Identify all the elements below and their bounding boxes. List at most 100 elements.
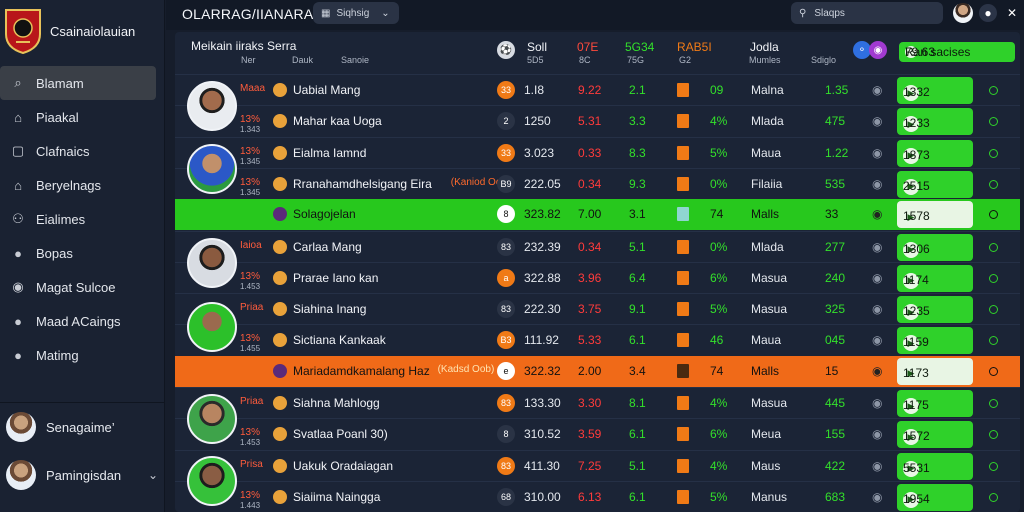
info-icon[interactable]: ◉ <box>872 364 882 378</box>
team-name: Filaiia <box>751 176 783 191</box>
col-header[interactable]: 07E <box>577 40 598 54</box>
table-row[interactable]: 13% 1.343 Mahar kaa Uoga 2 1250 5.31 3.3 4% Mlad… <box>175 105 1020 136</box>
score-button[interactable]: ▶ 1235 <box>897 296 973 324</box>
info-icon[interactable]: ◉ <box>872 207 882 221</box>
notification-icon[interactable]: ● <box>979 4 997 22</box>
sidebar-item-9[interactable]: ● Matimg <box>0 338 164 372</box>
sidebar-item-4[interactable]: ⌂ Beryelnags <box>0 168 164 202</box>
stat-pct: 5% <box>710 302 728 317</box>
player-name[interactable]: Sictiana Kankaak <box>293 333 386 347</box>
brand[interactable]: Csainaiolauian <box>0 0 164 62</box>
status-dot-icon[interactable] <box>989 242 998 252</box>
search-input[interactable]: ⚲ Slaqps <box>791 2 943 24</box>
info-icon[interactable]: ◉ <box>872 302 882 316</box>
info-icon[interactable]: ◉ <box>872 459 882 473</box>
player-name[interactable]: Uakuk Oradaiagan <box>293 459 393 473</box>
table-row[interactable]: Iaioa Carlaa Mang 83 232.39 0.34 5.1 0% Mlada 27… <box>175 230 1020 262</box>
score-button[interactable]: ▶ 5531 <box>897 452 973 480</box>
chevron-down-icon[interactable]: ⌄ <box>148 468 158 482</box>
stat-num: 1.35 <box>825 83 849 97</box>
sidebar-item-6[interactable]: ● Bopas <box>0 236 164 270</box>
info-icon[interactable]: ◉ <box>872 271 882 285</box>
table-row[interactable]: 13% 1.455 Sictiana Kankaak B3 111.92 5.33 6.1 4… <box>175 324 1020 355</box>
status-dot-icon[interactable] <box>989 86 998 95</box>
score-button[interactable]: ▶ 1306 <box>897 233 973 261</box>
score-button[interactable]: ▶ 1159 <box>897 327 973 355</box>
status-dot-icon[interactable] <box>989 117 998 127</box>
table-row[interactable]: Priaa Siahna Mahlogg 83 133.30 3.30 8.1 4% Masu… <box>175 387 1020 418</box>
ai-analysis-button[interactable]: Ran sacises 79.63 <box>899 42 1015 62</box>
status-dot-icon[interactable] <box>989 366 998 376</box>
table-row[interactable]: Solagojelan 8 323.82 7.00 3.1 74 Malls 33 ◉ ▶ 1578 <box>175 199 1020 231</box>
info-icon[interactable]: ◉ <box>872 396 882 410</box>
status-dot-icon[interactable] <box>989 273 998 283</box>
player-name[interactable]: Rranahamdhelsigang Eira <box>293 177 432 191</box>
score-button[interactable]: ▶ 1174 <box>897 264 973 292</box>
table-row[interactable]: Maaa Uabial Mang 33 1.I8 9.22 2.1 09 Malna 1.35 ◉… <box>175 74 1020 105</box>
filter-dropdown[interactable]: ▦ Siqhsig ⌄ <box>313 2 399 24</box>
info-icon[interactable]: ◉ <box>872 490 882 504</box>
player-name[interactable]: Mariadamdkamalang Haz <box>293 364 430 378</box>
player-name[interactable]: Carlaa Mang <box>293 240 362 254</box>
player-name[interactable]: Svatlaa Poanl 30) <box>293 427 388 441</box>
table-row[interactable]: 13% 1.345 Rranahamdhelsigang Eira (Kaniod O… <box>175 167 1020 199</box>
sidebar-item-2[interactable]: ⌂ Piaakal <box>0 100 164 134</box>
table-row[interactable]: 13% 1.453 Prarae Iano kan a 322.88 3.96 6.4 6% M… <box>175 261 1020 293</box>
table-row[interactable]: Priaa Siahina Inang 83 222.30 3.75 9.1 5% Masua… <box>175 293 1020 324</box>
info-icon[interactable]: ◉ <box>872 427 882 441</box>
sidebar-item-5[interactable]: ⚇ Eialimes <box>0 202 164 236</box>
table-row[interactable]: 13% 1.453 Svatlaa Poanl 30) 8 310.52 3.59 6.1 6… <box>175 418 1020 449</box>
status-dot-icon[interactable] <box>989 148 998 158</box>
status-dot-icon[interactable] <box>989 305 998 315</box>
score-button[interactable]: ▶ 1572 <box>897 421 973 449</box>
close-icon[interactable]: ✕ <box>1003 4 1021 22</box>
search-icon: ⌕ <box>14 75 22 90</box>
table-row[interactable]: Mariadamdkamalang Haz (Kadsd Oob) e 322.32 2… <box>175 355 1020 387</box>
status-dot-icon[interactable] <box>989 210 998 220</box>
score-button[interactable]: ▶ 1173 <box>897 357 973 385</box>
score-button[interactable]: ▶ 1873 <box>897 139 973 167</box>
sidebar-item-8[interactable]: ● Maad ACaings <box>0 304 164 338</box>
user-row-2[interactable]: Pamingisdan ⌄ <box>6 460 158 490</box>
score-button[interactable]: ▶ 1954 <box>897 483 973 511</box>
sidebar-item-7[interactable]: ◉ Magat Sulcoe <box>0 270 164 304</box>
score-button[interactable]: ▶ 1578 <box>897 201 973 229</box>
player-name[interactable]: Mahar kaa Uoga <box>293 114 382 128</box>
score-button[interactable]: ▶ 1175 <box>897 390 973 417</box>
info-icon[interactable]: ◉ <box>872 177 882 191</box>
table-row[interactable]: Prisa Uakuk Oradaiagan 83 411.30 7.25 5.1 4% Ma… <box>175 449 1020 481</box>
avatar[interactable] <box>953 3 973 23</box>
table-row[interactable]: 13% 1.345 Eialma Iamnd 33 3.023 0.33 8.3 5% Maua… <box>175 136 1020 168</box>
info-icon[interactable]: ◉ <box>872 333 882 347</box>
score-button[interactable]: ▶ 1332 <box>897 77 973 104</box>
sidebar-item-3[interactable]: ▢ Clafnaics <box>0 134 164 168</box>
status-dot-icon[interactable] <box>989 399 998 408</box>
player-name[interactable]: Prarae Iano kan <box>293 271 378 285</box>
player-name[interactable]: Solagojelan <box>293 207 356 221</box>
status-dot-icon[interactable] <box>989 461 998 471</box>
col-header[interactable]: Soll <box>527 40 547 54</box>
info-icon[interactable]: ◉ <box>872 114 882 128</box>
status-dot-icon[interactable] <box>989 179 998 189</box>
score-button[interactable]: ▶ 1233 <box>897 108 973 136</box>
player-name[interactable]: Siahna Mahlogg <box>293 396 380 410</box>
player-name[interactable]: Uabial Mang <box>293 83 360 97</box>
player-name[interactable]: Eialma Iamnd <box>293 146 366 160</box>
status-dot-icon[interactable] <box>989 492 998 502</box>
sidebar-item-1[interactable]: ⌕ Blamam <box>0 66 156 100</box>
status-dot-icon[interactable] <box>989 336 998 346</box>
status-dot-icon[interactable] <box>989 430 998 440</box>
info-icon[interactable]: ◉ <box>872 240 882 254</box>
score-button[interactable]: ▶ 2515 <box>897 170 973 198</box>
player-photo <box>187 144 237 194</box>
player-name[interactable]: Siaiima Naingga <box>293 490 380 504</box>
col-header[interactable]: 5G34 <box>625 40 654 54</box>
info-icon[interactable]: ◉ <box>872 83 882 97</box>
col-header[interactable]: Jodla <box>750 40 779 54</box>
table-row[interactable]: 13% 1.443 Siaiima Naingga 68 310.00 6.13 6.1 5%… <box>175 480 1020 512</box>
user-row-1[interactable]: Senagaime’ <box>6 412 158 442</box>
player-name[interactable]: Siahina Inang <box>293 302 366 316</box>
settings-badge-icon[interactable]: ◉ <box>869 41 887 59</box>
info-icon[interactable]: ◉ <box>872 146 882 160</box>
col-header[interactable]: RAB5I <box>677 40 712 54</box>
